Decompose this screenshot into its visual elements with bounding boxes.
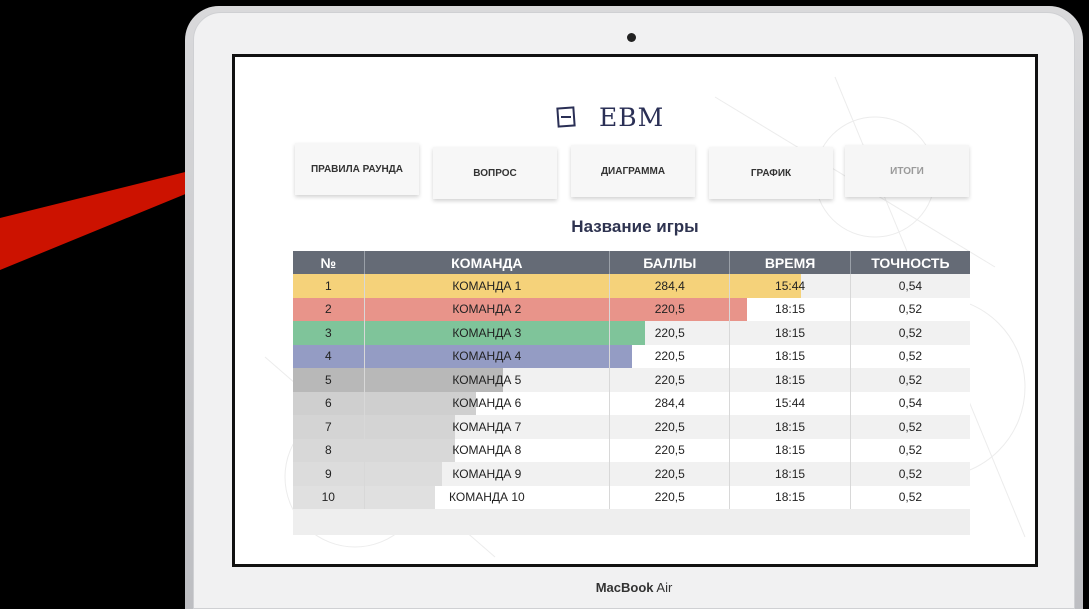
cell-score: 220,5	[610, 485, 731, 509]
brand-model: Air	[656, 580, 673, 595]
cell-score: 220,5	[610, 321, 731, 345]
cell-number: 9	[293, 462, 365, 486]
cell-number: 2	[293, 297, 365, 321]
cell-time: 15:44	[730, 391, 851, 415]
cell-time: 18:15	[730, 438, 851, 462]
cell-accuracy: 0,52	[898, 325, 923, 340]
main-nav: ПРАВИЛА РАУНДА ВОПРОС ДИАГРАММА ГРАФИК И…	[295, 143, 975, 201]
cell-score: 220,5	[610, 462, 731, 486]
cell-score: 284,4	[610, 391, 731, 415]
header-score[interactable]: БАЛЛЫ	[610, 251, 731, 274]
app-screen: EBM ПРАВИЛА РАУНДА ВОПРОС ДИАГРАММА ГРАФ…	[232, 54, 1038, 567]
table-row[interactable]: 5 КОМАНДА 5 220,5 18:15 0,52	[293, 368, 970, 392]
table-row[interactable]: 8 КОМАНДА 8 220,5 18:15 0,52	[293, 438, 970, 462]
cell-time: 15:44	[730, 274, 851, 298]
nav-graph-button[interactable]: ГРАФИК	[709, 147, 833, 199]
cell-number: 7	[293, 415, 365, 439]
header-time[interactable]: ВРЕМЯ	[730, 251, 851, 274]
cell-number: 1	[293, 274, 365, 298]
table-footer	[293, 509, 970, 535]
nav-results-button[interactable]: ИТОГИ	[845, 145, 969, 197]
cell-accuracy: 0,52	[898, 490, 923, 505]
header-team[interactable]: КОМАНДА	[365, 251, 611, 274]
cell-number: 8	[293, 438, 365, 462]
results-table: № КОМАНДА БАЛЛЫ ВРЕМЯ ТОЧНОСТЬ 1 КОМАНДА …	[293, 251, 970, 535]
header-number[interactable]: №	[293, 251, 365, 274]
table-row[interactable]: 4 КОМАНДА 4 220,5 18:15 0,52	[293, 344, 970, 368]
cell-score: 220,5	[610, 438, 731, 462]
cell-team: КОМАНДА 2	[365, 297, 611, 321]
cell-time: 18:15	[730, 344, 851, 368]
table-row[interactable]: 1 КОМАНДА 1 284,4 15:44 0,54	[293, 274, 970, 298]
camera-icon	[627, 33, 636, 42]
cell-team: КОМАНДА 9	[365, 462, 611, 486]
cell-time: 18:15	[730, 321, 851, 345]
table-row[interactable]: 6 КОМАНДА 6 284,4 15:44 0,54	[293, 391, 970, 415]
table-row[interactable]: 10 КОМАНДА 10 220,5 18:15 0,52	[293, 485, 970, 509]
brand-name: MacBook	[595, 580, 654, 595]
cell-time: 18:15	[730, 297, 851, 321]
cell-number: 6	[293, 391, 365, 415]
cell-time: 18:15	[730, 462, 851, 486]
nav-round-rules-button[interactable]: ПРАВИЛА РАУНДА	[295, 143, 419, 195]
cell-score: 220,5	[610, 297, 731, 321]
table-row[interactable]: 3 КОМАНДА 3 220,5 18:15 0,52	[293, 321, 970, 345]
logo-text: EBM	[599, 102, 665, 132]
cell-accuracy: 0,52	[898, 419, 923, 434]
table-row[interactable]: 2 КОМАНДА 2 220,5 18:15 0,52	[293, 297, 970, 321]
cell-number: 3	[293, 321, 365, 345]
cell-score: 220,5	[610, 368, 731, 392]
cell-accuracy: 0,52	[898, 349, 923, 364]
cell-accuracy: 0,52	[898, 302, 923, 317]
cell-number: 10	[293, 485, 365, 509]
cell-time: 18:15	[730, 485, 851, 509]
cell-time: 18:15	[730, 368, 851, 392]
table-header: № КОМАНДА БАЛЛЫ ВРЕМЯ ТОЧНОСТЬ	[293, 251, 970, 274]
cell-team: КОМАНДА 3	[365, 321, 611, 345]
cell-score: 220,5	[610, 344, 731, 368]
cell-accuracy: 0,52	[898, 443, 923, 458]
game-title: Название игры	[571, 217, 699, 236]
cell-accuracy: 0,54	[898, 396, 923, 411]
cell-team: КОМАНДА 1	[365, 274, 611, 298]
cell-team: КОМАНДА 7	[365, 415, 611, 439]
cell-score: 220,5	[610, 415, 731, 439]
nav-diagram-button[interactable]: ДИАГРАММА	[571, 145, 695, 197]
cell-team: КОМАНДА 4	[365, 344, 611, 368]
cell-accuracy: 0,54	[898, 278, 923, 293]
laptop-frame: EBM ПРАВИЛА РАУНДА ВОПРОС ДИАГРАММА ГРАФ…	[185, 6, 1083, 609]
cell-score: 284,4	[610, 274, 731, 298]
table-row[interactable]: 9 КОМАНДА 9 220,5 18:15 0,52	[293, 462, 970, 486]
app-logo: EBM	[555, 102, 664, 132]
cell-team: КОМАНДА 10	[365, 485, 611, 509]
cell-team: КОМАНДА 5	[365, 368, 611, 392]
header-accuracy[interactable]: ТОЧНОСТЬ	[851, 251, 970, 274]
table-row[interactable]: 7 КОМАНДА 7 220,5 18:15 0,52	[293, 415, 970, 439]
cell-accuracy: 0,52	[898, 466, 923, 481]
nav-question-button[interactable]: ВОПРОС	[433, 147, 557, 199]
logo-mark-icon	[555, 106, 577, 128]
cell-time: 18:15	[730, 415, 851, 439]
cell-team: КОМАНДА 6	[365, 391, 611, 415]
table-body: 1 КОМАНДА 1 284,4 15:44 0,54 2 КОМАНДА 2 220,5 1…	[293, 274, 970, 509]
cell-number: 4	[293, 344, 365, 368]
cell-team: КОМАНДА 8	[365, 438, 611, 462]
cell-number: 5	[293, 368, 365, 392]
cell-accuracy: 0,52	[898, 372, 923, 387]
device-brand: MacBook Air	[185, 580, 1083, 595]
